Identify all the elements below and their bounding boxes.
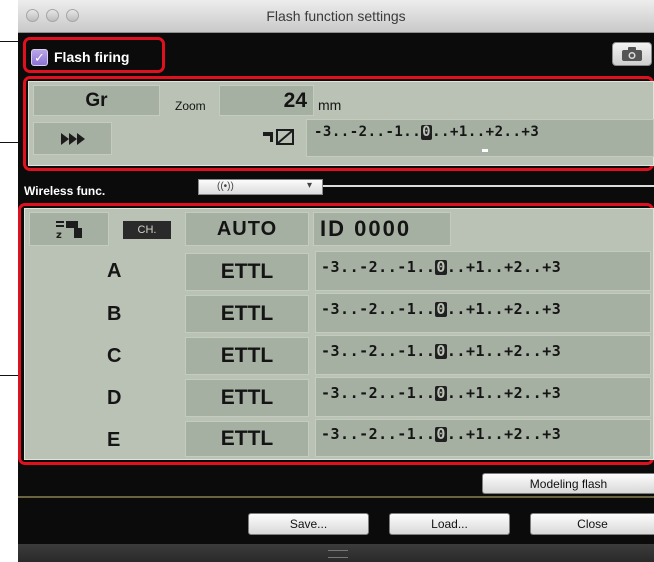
wireless-divider (323, 185, 654, 187)
wireless-id-button[interactable]: ID 0000 (313, 212, 451, 246)
grip-lines-icon (328, 550, 348, 558)
scale-plus-3: +3 (521, 124, 540, 140)
group-b-scale-text: -3..-2..-1.. 0 ..+1..+2..+3 (321, 299, 562, 318)
scale-zero: 0 (421, 123, 433, 140)
wireless-func-select[interactable]: ((•)) ▾ (198, 179, 323, 195)
shutter-sync-button[interactable] (33, 122, 112, 155)
close-button[interactable]: Close (530, 513, 654, 535)
callout-line-flash-firing (0, 41, 20, 42)
group-a-mode: ETTL (220, 260, 274, 283)
title-bar: Flash function settings (18, 0, 654, 33)
camera-icon (622, 47, 642, 61)
flash-mode-panel: Gr Zoom 24 mm -3.. -2.. -1.. 0.. +1.. +2.. +3 (28, 81, 654, 166)
group-b-mode: ETTL (220, 302, 274, 325)
group-e-mode-button[interactable]: ETTL (185, 421, 309, 457)
zoom-value: 24 (283, 88, 307, 112)
flash-firing-checkbox[interactable]: ✓ Flash firing (31, 44, 163, 70)
group-e-mode: ETTL (220, 427, 274, 450)
checkmark-icon: ✓ (31, 48, 48, 66)
modeling-flash-label: Modeling flash (529, 476, 608, 491)
group-d-scale-text: -3..-2..-1.. 0 ..+1..+2..+3 (321, 383, 562, 402)
channel-label-text: CH. (137, 224, 157, 236)
high-speed-sync-icon (60, 132, 85, 145)
wireless-func-bar: Wireless func. ((•)) ▾ (18, 179, 654, 203)
flash-exposure-compensation-icon (263, 129, 294, 145)
scale-plus-2: +2 (485, 124, 504, 140)
group-e-scale-text: -3..-2..-1.. 0 ..+1..+2..+3 (321, 424, 562, 443)
group-label-c: C (107, 345, 122, 367)
group-label-e: E (107, 429, 121, 451)
footer-divider (18, 496, 654, 498)
window-title: Flash function settings (266, 8, 406, 24)
scale-plus-1: +1 (449, 124, 468, 140)
save-label: Save... (289, 517, 328, 531)
resize-grip[interactable] (18, 544, 654, 562)
svg-text:z: z (56, 230, 62, 240)
scale-minus-3: -3 (314, 124, 332, 140)
flash-firing-label: Flash firing (54, 49, 130, 65)
flash-comp-scale[interactable]: -3.. -2.. -1.. 0.. +1.. +2.. +3 (314, 124, 539, 140)
callout-line-wireless-panel (0, 375, 20, 376)
save-button[interactable]: Save... (248, 513, 369, 535)
scale-minus-2: -2 (349, 124, 368, 140)
wireless-func-label: Wireless func. (24, 184, 106, 198)
exposure-indicator (482, 149, 488, 152)
flash-mode-button[interactable]: Gr (33, 85, 160, 116)
load-label: Load... (431, 517, 468, 531)
wireless-ratio-icon: z (56, 221, 82, 240)
group-c-scale-text: -3..-2..-1.. 0 ..+1..+2..+3 (321, 341, 562, 360)
dropdown-arrow-icon: ▾ (307, 180, 313, 191)
group-c-mode: ETTL (220, 344, 274, 367)
wireless-icon: ((•)) (217, 181, 234, 192)
channel-value: AUTO (216, 217, 278, 240)
group-c-mode-button[interactable]: ETTL (185, 337, 309, 375)
wireless-mode-button[interactable]: z (29, 212, 109, 246)
flash-mode-value: Gr (85, 89, 108, 111)
scale-minus-1: -1 (385, 124, 404, 140)
flash-settings-window: Flash function settings ✓ Flash firing G… (18, 0, 654, 562)
id-label: ID (320, 216, 346, 241)
camera-settings-button[interactable] (612, 42, 652, 66)
group-label-b: B (107, 303, 122, 325)
close-label: Close (577, 517, 608, 531)
zoom-value-button[interactable]: 24 (219, 85, 314, 116)
channel-button[interactable]: AUTO (185, 212, 309, 246)
zoom-unit: mm (318, 97, 342, 113)
group-d-mode: ETTL (220, 386, 274, 409)
zoom-label: Zoom (175, 99, 206, 113)
group-d-mode-button[interactable]: ETTL (185, 379, 309, 417)
group-a-scale-text: -3..-2..-1.. 0 ..+1..+2..+3 (321, 257, 562, 276)
group-a-mode-button[interactable]: ETTL (185, 253, 309, 291)
load-button[interactable]: Load... (389, 513, 510, 535)
modeling-flash-button[interactable]: Modeling flash (482, 473, 654, 494)
id-value: 0000 (354, 216, 412, 241)
group-label-d: D (107, 387, 122, 409)
channel-label: CH. (123, 221, 171, 239)
group-label-a: A (107, 260, 122, 282)
callout-line-top-panel (0, 142, 20, 143)
group-b-mode-button[interactable]: ETTL (185, 295, 309, 333)
wireless-settings-panel: z CH. AUTO ID 0000 A ETTL -3..-2..-1.. 0.… (24, 208, 654, 460)
